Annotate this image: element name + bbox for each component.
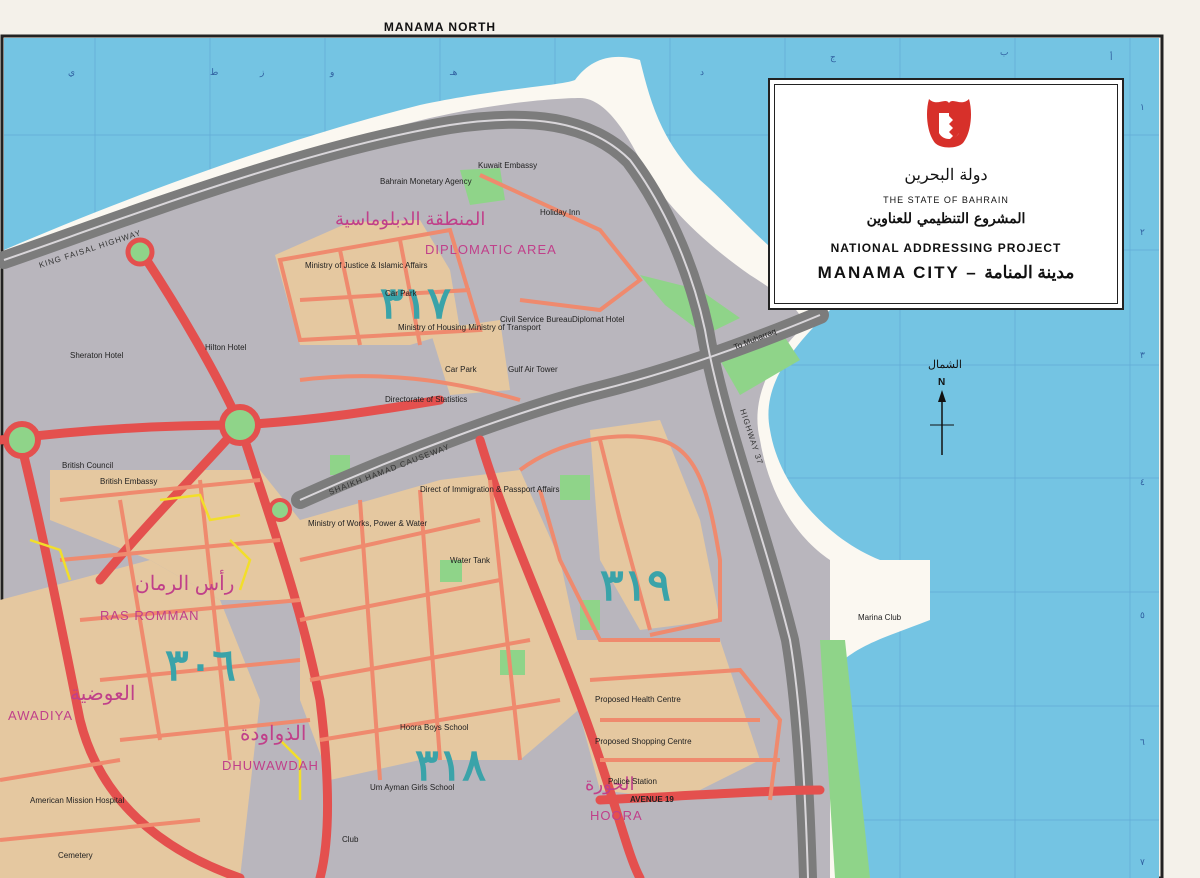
title-box: دولة البحرين THE STATE OF BAHRAIN المشرو… [768,78,1124,310]
landmark-justice: Ministry of Justice & Islamic Affairs [305,261,428,270]
hand-ras-romman-arabic: رأس الرمان [135,569,234,595]
landmark-um-ayman: Um Ayman Girls School [370,783,455,792]
landmark-british-embassy: British Embassy [100,477,157,486]
svg-text:أ: أ [1110,50,1113,62]
landmark-water-tank: Water Tank [450,556,491,565]
map-top-label: MANAMA NORTH [383,20,497,34]
hand-awadiya-arabic: العوضية [70,683,135,705]
svg-text:و: و [329,67,334,78]
landmark-mission-hospital: American Mission Hospital [30,796,124,805]
landmark-hoora-boys: Hoora Boys School [400,723,469,732]
area-awadiya: AWADIYA [8,708,73,723]
svg-text:٢: ٢ [1140,227,1145,237]
landmark-british-council: British Council [62,461,113,470]
svg-text:هـ: هـ [449,67,458,77]
landmark-police: Police Station [608,777,657,786]
svg-text:١: ١ [1140,102,1145,112]
landmark-monetary: Bahrain Monetary Agency [380,177,472,186]
north-letter: N [938,377,945,388]
svg-text:٣: ٣ [1140,350,1145,360]
title-arabic-project: المشروع التنظيمي للعناوين [866,211,1026,227]
landmark-hilton: Hilton Hotel [205,343,247,352]
title-arabic-state: دولة البحرين [904,165,988,184]
landmark-club: Club [342,835,359,844]
svg-text:٤: ٤ [1140,477,1145,487]
block-319: ٣١٩ [600,561,671,610]
svg-text:ط: ط [210,67,218,77]
svg-text:٧: ٧ [1140,857,1145,867]
title-state: THE STATE OF BAHRAIN [883,195,1009,205]
landmark-health-centre: Proposed Health Centre [595,695,681,704]
landmark-car-park: Car Park [385,289,418,298]
svg-text:ز: ز [259,67,264,78]
svg-text:٦: ٦ [1140,737,1145,747]
bahrain-emblem [927,99,971,148]
landmark-sheraton: Sheraton Hotel [70,351,124,360]
title-project: NATIONAL ADDRESSING PROJECT [830,241,1062,255]
area-dhuwawdah: DHUWAWDAH [222,758,319,773]
landmark-car-park2: Car Park [445,365,478,374]
landmark-holiday-inn: Holiday Inn [540,208,580,217]
label-avenue19: AVENUE 19 [630,795,674,804]
area-hoora: HOORA [590,808,643,823]
landmark-shopping-centre: Proposed Shopping Centre [595,737,692,746]
landmark-marina-club: Marina Club [858,613,902,622]
landmark-housing: Ministry of Housing Ministry of Transpor… [398,323,541,332]
landmark-statistics: Directorate of Statistics [385,395,467,404]
landmark-diplomat-hotel: Diplomat Hotel [572,315,625,324]
landmark-cemetery: Cemetery [58,851,93,860]
block-317: ٣١٧ [380,279,451,328]
hand-dhuwawdah-arabic: الذواودة [240,723,306,745]
svg-text:ب: ب [1000,47,1008,57]
svg-text:ي: ي [68,67,75,77]
north-arabic: الشمال [928,359,962,371]
svg-text:٥: ٥ [1140,610,1145,620]
landmark-gulf-air: Gulf Air Tower [508,365,558,374]
block-306: ٣٠٦ [165,641,236,690]
svg-text:د: د [700,67,704,77]
hand-diplomatic-arabic: المنطقة الدبلوماسية [335,209,485,230]
area-diplomatic: DIPLOMATIC AREA [425,242,557,257]
landmark-works: Ministry of Works, Power & Water [308,519,427,528]
svg-text:ج: ج [830,52,836,63]
landmark-immigration: Direct of Immigration & Passport Affairs [420,485,559,494]
area-ras-romman: RAS ROMMAN [100,608,200,623]
title-city: MANAMA CITY – مدينة المنامة [817,263,1075,282]
landmark-kuwait-embassy: Kuwait Embassy [478,161,537,170]
